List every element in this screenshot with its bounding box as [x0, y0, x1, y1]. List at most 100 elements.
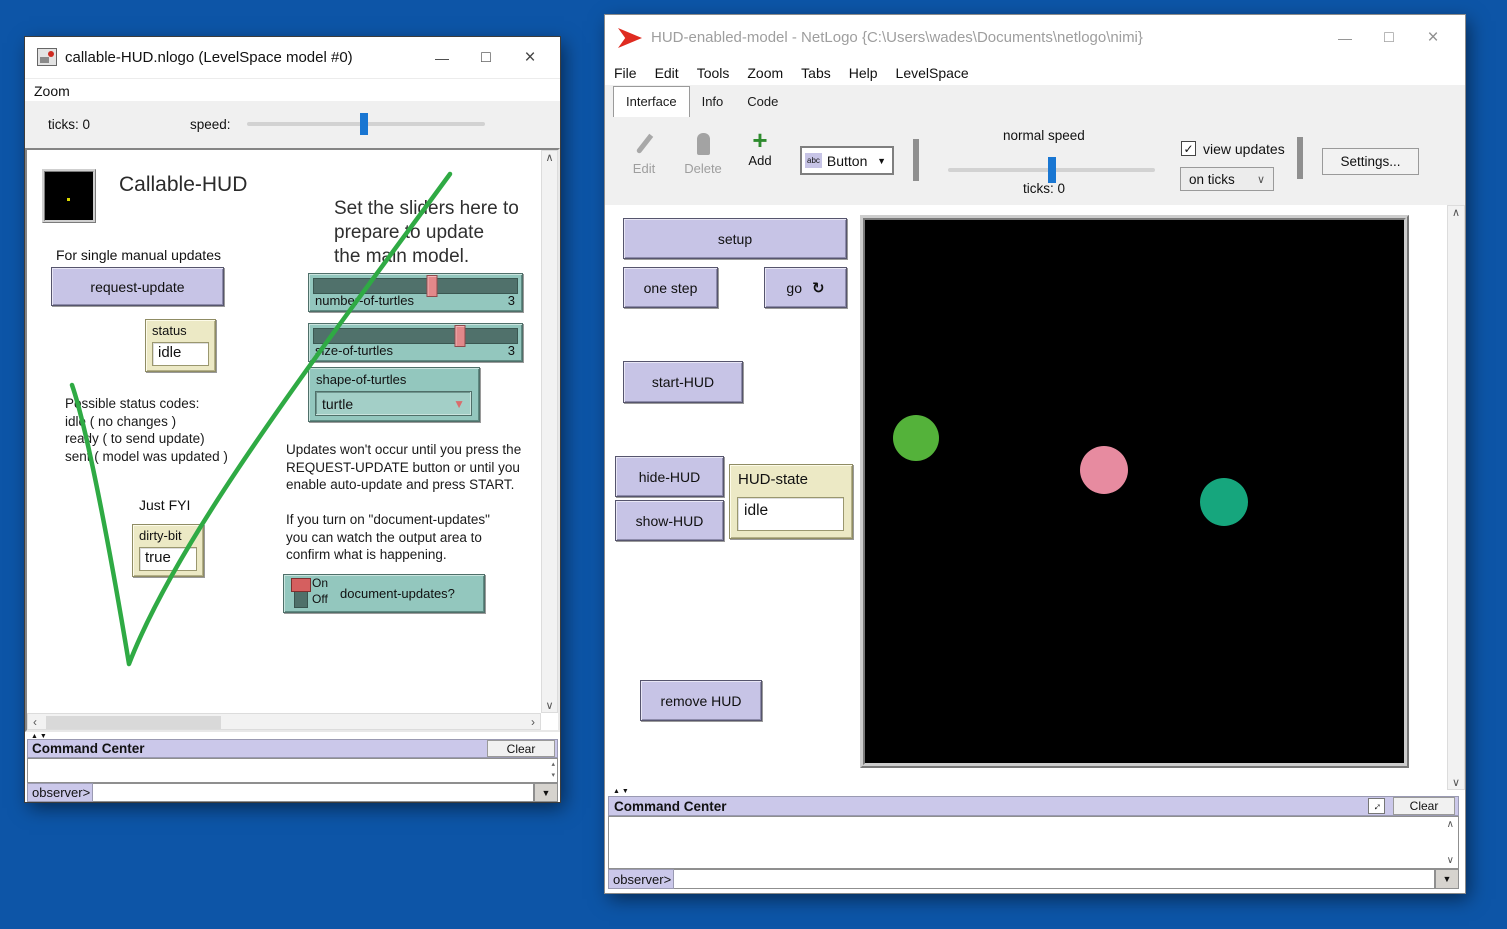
start-hud-button[interactable]: start-HUD [623, 361, 743, 403]
view-updates-checkbox[interactable]: ✓ [1181, 141, 1196, 156]
chooser-value-box[interactable]: turtle ▼ [315, 391, 472, 416]
scroll-up-icon[interactable]: ∧ [545, 151, 553, 164]
command-input[interactable] [674, 869, 1435, 889]
scroll-right-icon[interactable]: › [531, 715, 535, 729]
observer-prompt-label: observer> [608, 869, 674, 889]
delete-tool-label: Delete [684, 161, 722, 176]
edit-tool[interactable]: Edit [621, 133, 667, 176]
size-of-turtles-track[interactable] [313, 328, 518, 344]
main-vertical-scrollbar[interactable]: ∧ ∨ [1447, 205, 1465, 790]
output-scroll-up-icon[interactable]: ∧ [1447, 819, 1454, 830]
prompt-dropdown-button[interactable]: ▼ [534, 783, 558, 802]
minimize-icon[interactable]: — [420, 37, 464, 78]
mini-turtle-dot [67, 198, 70, 201]
right-toolbar: Edit Delete + Add abc Button ▼ normal sp… [605, 117, 1465, 206]
status-monitor: status idle [145, 319, 216, 372]
setup-label: setup [718, 231, 752, 247]
updates-note-1: Updates won't occur until you press the [286, 441, 521, 459]
one-step-label: one step [644, 280, 698, 296]
forever-icon: ↻ [812, 279, 825, 297]
one-step-button[interactable]: one step [623, 267, 718, 308]
close-icon[interactable]: × [508, 37, 552, 78]
menu-tools[interactable]: Tools [688, 65, 739, 81]
main-speed-slider-handle[interactable] [1048, 157, 1056, 183]
menu-file[interactable]: File [605, 65, 646, 81]
left-horizontal-scrollbar[interactable]: ‹ › [27, 713, 541, 730]
shape-of-turtles-chooser[interactable]: shape-of-turtles turtle ▼ [308, 367, 480, 422]
remove-hud-button[interactable]: remove HUD [640, 680, 762, 721]
speed-slider-handle[interactable] [360, 113, 368, 135]
splitter-handle[interactable]: ▲▼ [613, 788, 631, 795]
tab-interface[interactable]: Interface [613, 86, 690, 118]
maximize-icon[interactable]: □ [464, 37, 508, 78]
clear-button[interactable]: Clear [487, 740, 555, 757]
switch-off-label: Off [312, 593, 328, 606]
main-command-output[interactable]: ∧ ∨ [608, 816, 1459, 869]
scroll-down-icon[interactable]: ∨ [545, 699, 553, 712]
minimize-icon[interactable]: — [1323, 15, 1367, 60]
switch-knob[interactable] [291, 578, 311, 592]
delete-tool[interactable]: Delete [677, 133, 729, 176]
speed-slider-track[interactable] [247, 122, 485, 126]
main-command-row: observer> ▼ [608, 869, 1459, 889]
update-mode-chevron-icon: ∨ [1257, 173, 1265, 186]
menu-zoom[interactable]: Zoom [738, 65, 792, 81]
tab-code[interactable]: Code [735, 87, 790, 117]
menu-tabs[interactable]: Tabs [792, 65, 840, 81]
right-titlebar: HUD-enabled-model - NetLogo {C:\Users\wa… [605, 15, 1465, 60]
netlogo-logo-icon [618, 28, 642, 48]
world-view[interactable] [860, 215, 1409, 768]
size-of-turtles-slider[interactable]: size-of-turtles 3 [308, 323, 523, 362]
scroll-left-icon[interactable]: ‹ [33, 715, 37, 729]
close-icon[interactable]: × [1411, 15, 1455, 60]
command-input[interactable] [93, 783, 534, 802]
expand-command-center-icon[interactable]: ↔ [1368, 798, 1385, 814]
left-interface-panel: Callable-HUD For single manual updates r… [25, 148, 560, 732]
left-vertical-scrollbar[interactable]: ∧ ∨ [541, 150, 558, 713]
turtle-circle-2 [1200, 478, 1248, 526]
mini-world-view[interactable] [42, 169, 96, 223]
sliders-note-2: prepare to update [334, 221, 519, 245]
output-scroll-down-icon[interactable]: ▾ [551, 770, 555, 781]
left-command-output[interactable]: ▴ ▾ [27, 758, 558, 783]
chooser-label: shape-of-turtles [316, 372, 479, 387]
output-scroll-down-icon[interactable]: ∨ [1447, 855, 1454, 866]
scroll-up-icon[interactable]: ∧ [1452, 206, 1460, 219]
menu-levelspace[interactable]: LevelSpace [887, 65, 978, 81]
speed-title: normal speed [1003, 128, 1085, 143]
update-mode-value: on ticks [1189, 172, 1235, 187]
prompt-dropdown-button[interactable]: ▼ [1435, 869, 1459, 889]
tab-info[interactable]: Info [690, 87, 736, 117]
widget-type-dropdown[interactable]: abc Button ▼ [800, 146, 894, 175]
switch-on-label: On [312, 577, 328, 590]
menu-help[interactable]: Help [840, 65, 887, 81]
hide-hud-button[interactable]: hide-HUD [615, 456, 724, 497]
speed-label: speed: [190, 117, 231, 132]
turtle-circle-0 [893, 415, 939, 461]
toolbar-separator-1 [913, 139, 919, 181]
number-of-turtles-slider[interactable]: number-of-turtles 3 [308, 273, 523, 312]
left-window-title: callable-HUD.nlogo (LevelSpace model #0) [65, 49, 353, 66]
update-mode-dropdown[interactable]: on ticks ∨ [1180, 167, 1274, 191]
menu-zoom[interactable]: Zoom [25, 83, 79, 99]
document-updates-switch[interactable]: On Off document-updates? [283, 574, 485, 613]
command-center-title: Command Center [32, 741, 145, 756]
setup-button[interactable]: setup [623, 218, 847, 259]
request-update-button[interactable]: request-update [51, 267, 224, 306]
show-hud-button[interactable]: show-HUD [615, 500, 724, 541]
left-menubar: Zoom [25, 78, 560, 103]
add-tool[interactable]: + Add [739, 127, 781, 168]
menu-edit[interactable]: Edit [646, 65, 688, 81]
request-update-label: request-update [90, 279, 184, 295]
go-button[interactable]: go ↻ [764, 267, 847, 308]
maximize-icon[interactable]: □ [1367, 15, 1411, 60]
right-window-title: HUD-enabled-model - NetLogo {C:\Users\wa… [651, 29, 1143, 46]
scroll-down-icon[interactable]: ∨ [1452, 776, 1460, 789]
main-speed-slider-track[interactable] [948, 168, 1155, 172]
settings-button[interactable]: Settings... [1322, 148, 1419, 175]
horizontal-scroll-thumb[interactable] [46, 716, 221, 729]
number-of-turtles-track[interactable] [313, 278, 518, 294]
output-scroll-up-icon[interactable]: ▴ [551, 759, 555, 770]
checkbox-check-icon: ✓ [1183, 142, 1193, 156]
clear-button[interactable]: Clear [1393, 797, 1455, 815]
